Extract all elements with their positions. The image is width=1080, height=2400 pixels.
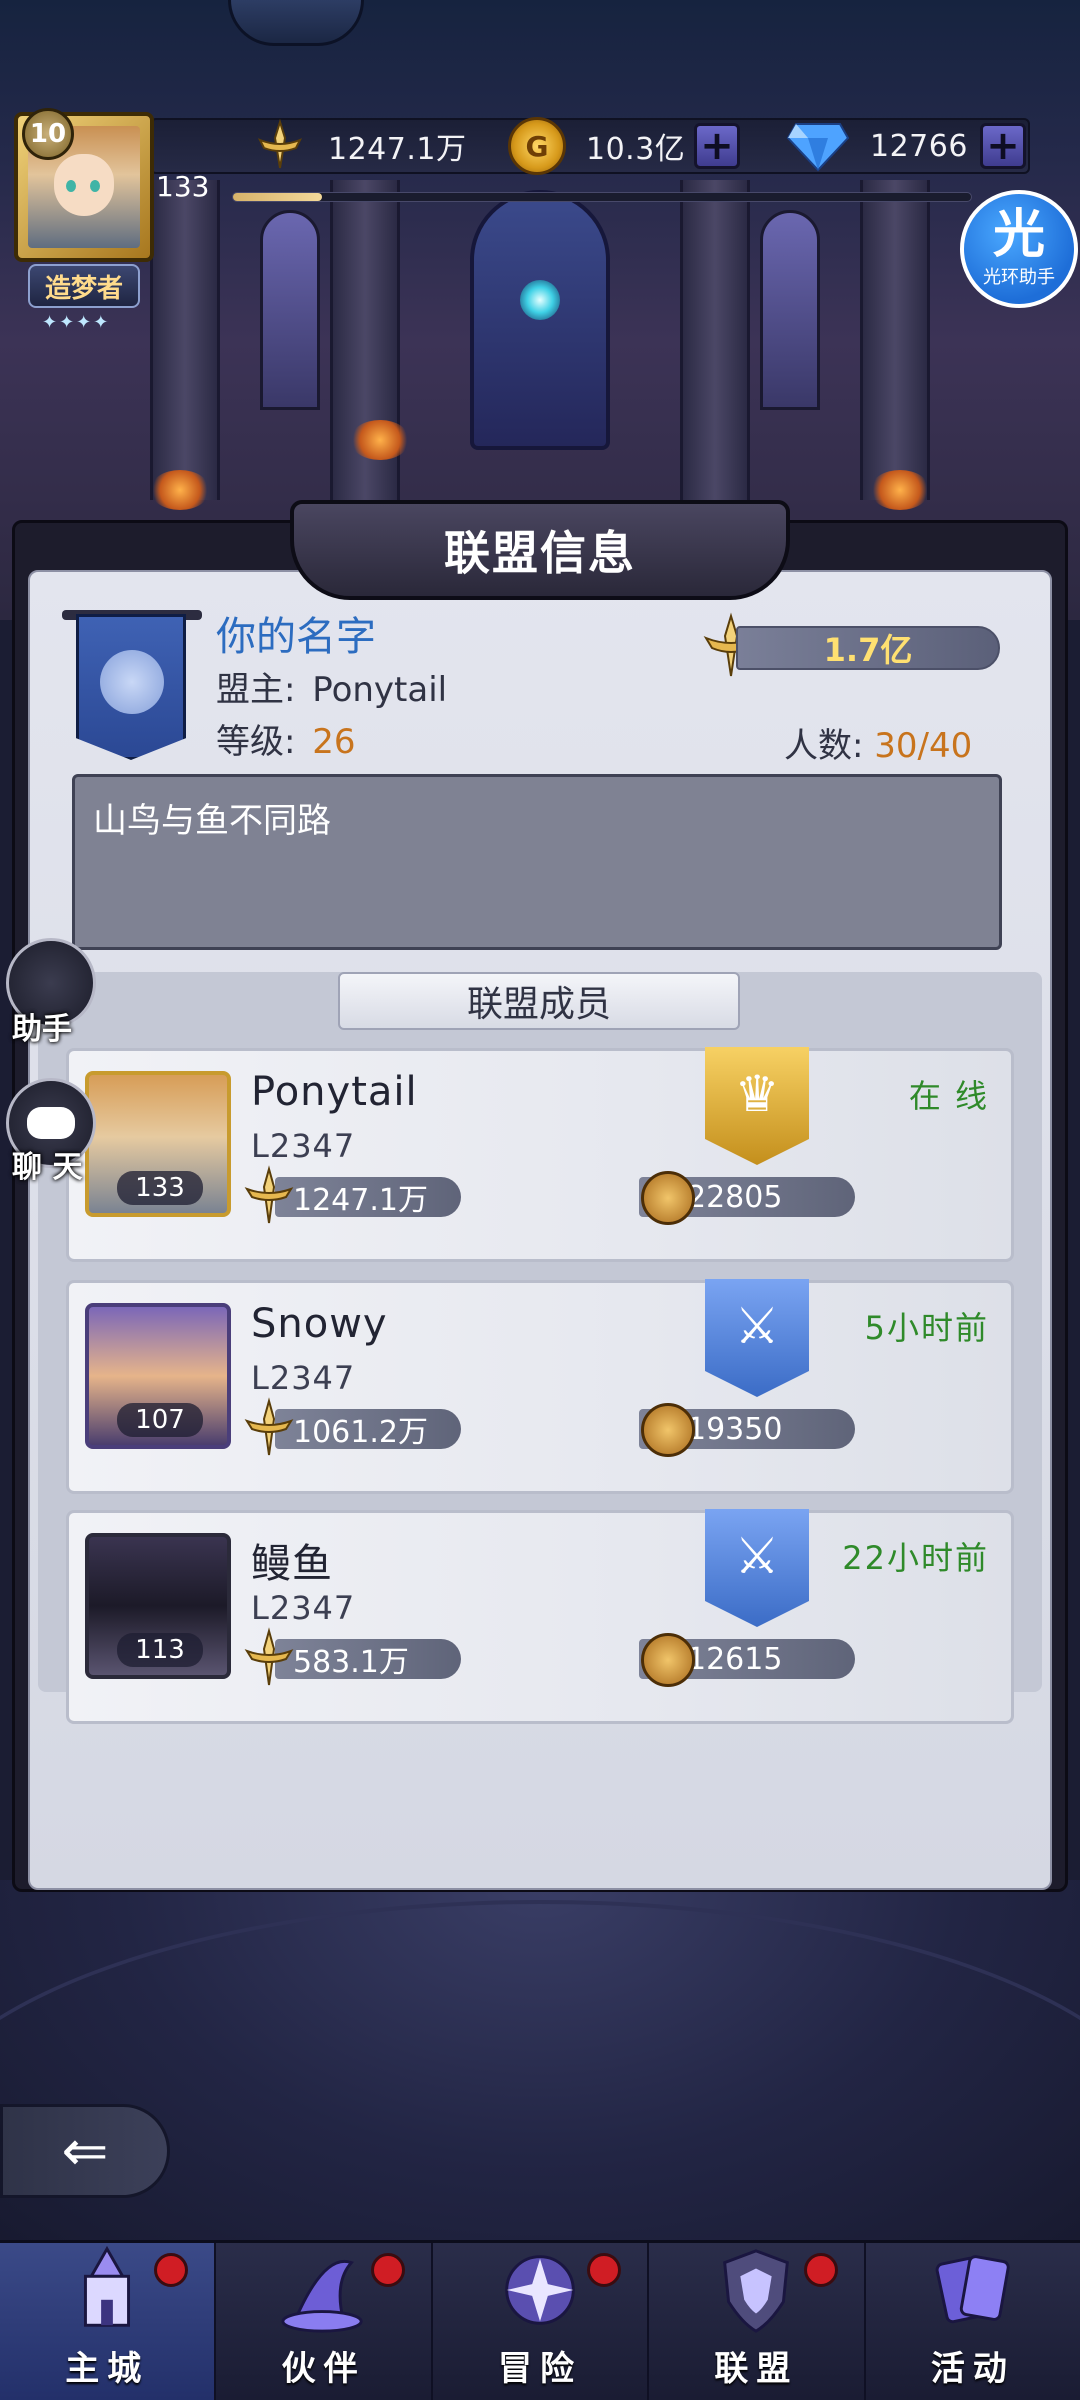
sword-icon: [244, 1397, 294, 1456]
contribution-coin-icon: [641, 1403, 695, 1457]
contribution-coin-icon: [641, 1171, 695, 1225]
back-arrow-icon: ⇐: [61, 2118, 109, 2184]
member-count-value: 30/40: [874, 726, 973, 766]
member-avatar: 113: [85, 1533, 231, 1679]
pillar: [680, 180, 750, 500]
player-level-badge: 10: [22, 108, 74, 160]
member-power: 583.1万: [275, 1639, 461, 1680]
experience-fill: [233, 193, 322, 201]
add-diamond-button[interactable]: +: [980, 123, 1026, 169]
crossed-swords-icon: ⚔: [705, 1509, 809, 1627]
member-id: L2347: [251, 1359, 356, 1397]
member-power: 1061.2万: [275, 1409, 461, 1450]
notification-dot: [154, 2253, 189, 2287]
player-rank-value: 133: [156, 170, 210, 203]
panel-title: 联盟信息: [290, 500, 790, 600]
chat-bubble-icon: [27, 1107, 75, 1139]
diamond-value: 12766: [870, 128, 968, 164]
member-id: L2347: [251, 1589, 356, 1627]
bottom-nav: 主城 伙伴 冒险 联盟 活动: [0, 2240, 1080, 2400]
contribution-coin-icon: [641, 1633, 695, 1687]
diamond-icon: [786, 123, 850, 172]
add-gold-button[interactable]: +: [694, 123, 740, 169]
alliance-notice: 山鸟与鱼不同路: [72, 774, 1002, 950]
member-name: Ponytail: [251, 1069, 418, 1115]
member-row[interactable]: 107 Snowy L2347 1061.2万 19350 ⚔ 5小时前: [66, 1279, 1014, 1494]
power-value: 1247.1万: [328, 132, 467, 167]
notification-dot: [370, 2253, 405, 2287]
gold-resource: G 10.3亿 +: [508, 117, 740, 175]
members-header: 联盟成员: [338, 972, 740, 1030]
member-status: 在 线: [908, 1077, 989, 1115]
nav-main-city[interactable]: 主城: [0, 2243, 217, 2400]
member-level: 133: [117, 1171, 203, 1205]
throne: [470, 190, 610, 450]
torch-flame: [350, 420, 410, 460]
castle-icon: [84, 2245, 131, 2327]
wizard-hat-icon: [281, 2259, 363, 2333]
notification-dot: [803, 2253, 838, 2287]
nav-partners[interactable]: 伙伴: [216, 2243, 433, 2400]
member-count: 人数: 30/40: [784, 726, 973, 766]
nav-adventure[interactable]: 冒险: [433, 2243, 650, 2400]
sword-icon: [244, 1165, 294, 1224]
member-avatar: 133: [85, 1071, 231, 1217]
member-level: 107: [117, 1403, 203, 1437]
compass-star-icon: [505, 2255, 575, 2325]
alliance-emblem-icon: [100, 650, 164, 714]
floor-background: [0, 1880, 1080, 2400]
member-status: 22小时前: [842, 1539, 989, 1577]
member-avatar: 107: [85, 1303, 231, 1449]
torch-flame: [150, 470, 210, 510]
window-arch: [760, 210, 820, 410]
glowing-orb: [520, 280, 560, 320]
shield-icon: [723, 2249, 790, 2333]
nav-alliance[interactable]: 联盟: [649, 2243, 866, 2400]
notification-dot: [587, 2253, 622, 2287]
member-id: L2347: [251, 1127, 356, 1165]
crossed-swords-icon: ⚔: [705, 1279, 809, 1397]
halo-assistant-button[interactable]: 光 光环助手: [960, 190, 1078, 308]
sword-icon: [244, 1627, 294, 1686]
sword-icon: [257, 118, 303, 169]
gold-value: 10.3亿: [586, 132, 686, 167]
torch-flame: [870, 470, 930, 510]
title-stars-icon: ✦✦✦✦: [42, 312, 111, 333]
notice-text: 山鸟与鱼不同路: [93, 801, 331, 841]
pillar: [860, 180, 930, 500]
alliance-owner: 盟主: Ponytail: [216, 670, 448, 710]
assistant-label: 助手: [12, 1012, 72, 1047]
alliance-level: 等级: 26: [216, 722, 356, 762]
alliance-name[interactable]: 你的名字: [216, 604, 376, 662]
alliance-level-value: 26: [312, 722, 356, 762]
diamond-resource: 12766 +: [786, 120, 1026, 172]
window-arch: [260, 210, 320, 410]
back-button[interactable]: ⇐: [0, 2104, 170, 2198]
pillar: [150, 180, 220, 500]
title-badge[interactable]: 造梦者: [28, 264, 140, 308]
member-level: 113: [117, 1633, 203, 1667]
experience-bar: [232, 192, 972, 202]
power-resource: 1247.1万: [252, 118, 467, 172]
member-row[interactable]: 133 Ponytail L2347 1247.1万 22805 ♛ 在 线: [66, 1047, 1014, 1262]
member-status: 5小时前: [864, 1309, 989, 1347]
owner-name: Ponytail: [312, 670, 448, 710]
chat-label: 聊 天: [12, 1150, 83, 1185]
crown-icon: ♛: [705, 1047, 809, 1165]
alliance-power: 1.7亿: [736, 626, 1000, 670]
member-row[interactable]: 113 鳗鱼 L2347 583.1万 12615 ⚔ 22小时前: [66, 1509, 1014, 1724]
member-name: Snowy: [251, 1301, 388, 1347]
member-power: 1247.1万: [275, 1177, 461, 1218]
member-name: 鳗鱼: [251, 1541, 333, 1587]
gold-coin-icon: G: [508, 117, 566, 175]
nav-events[interactable]: 活动: [866, 2243, 1080, 2400]
cards-icon: [935, 2255, 1010, 2324]
